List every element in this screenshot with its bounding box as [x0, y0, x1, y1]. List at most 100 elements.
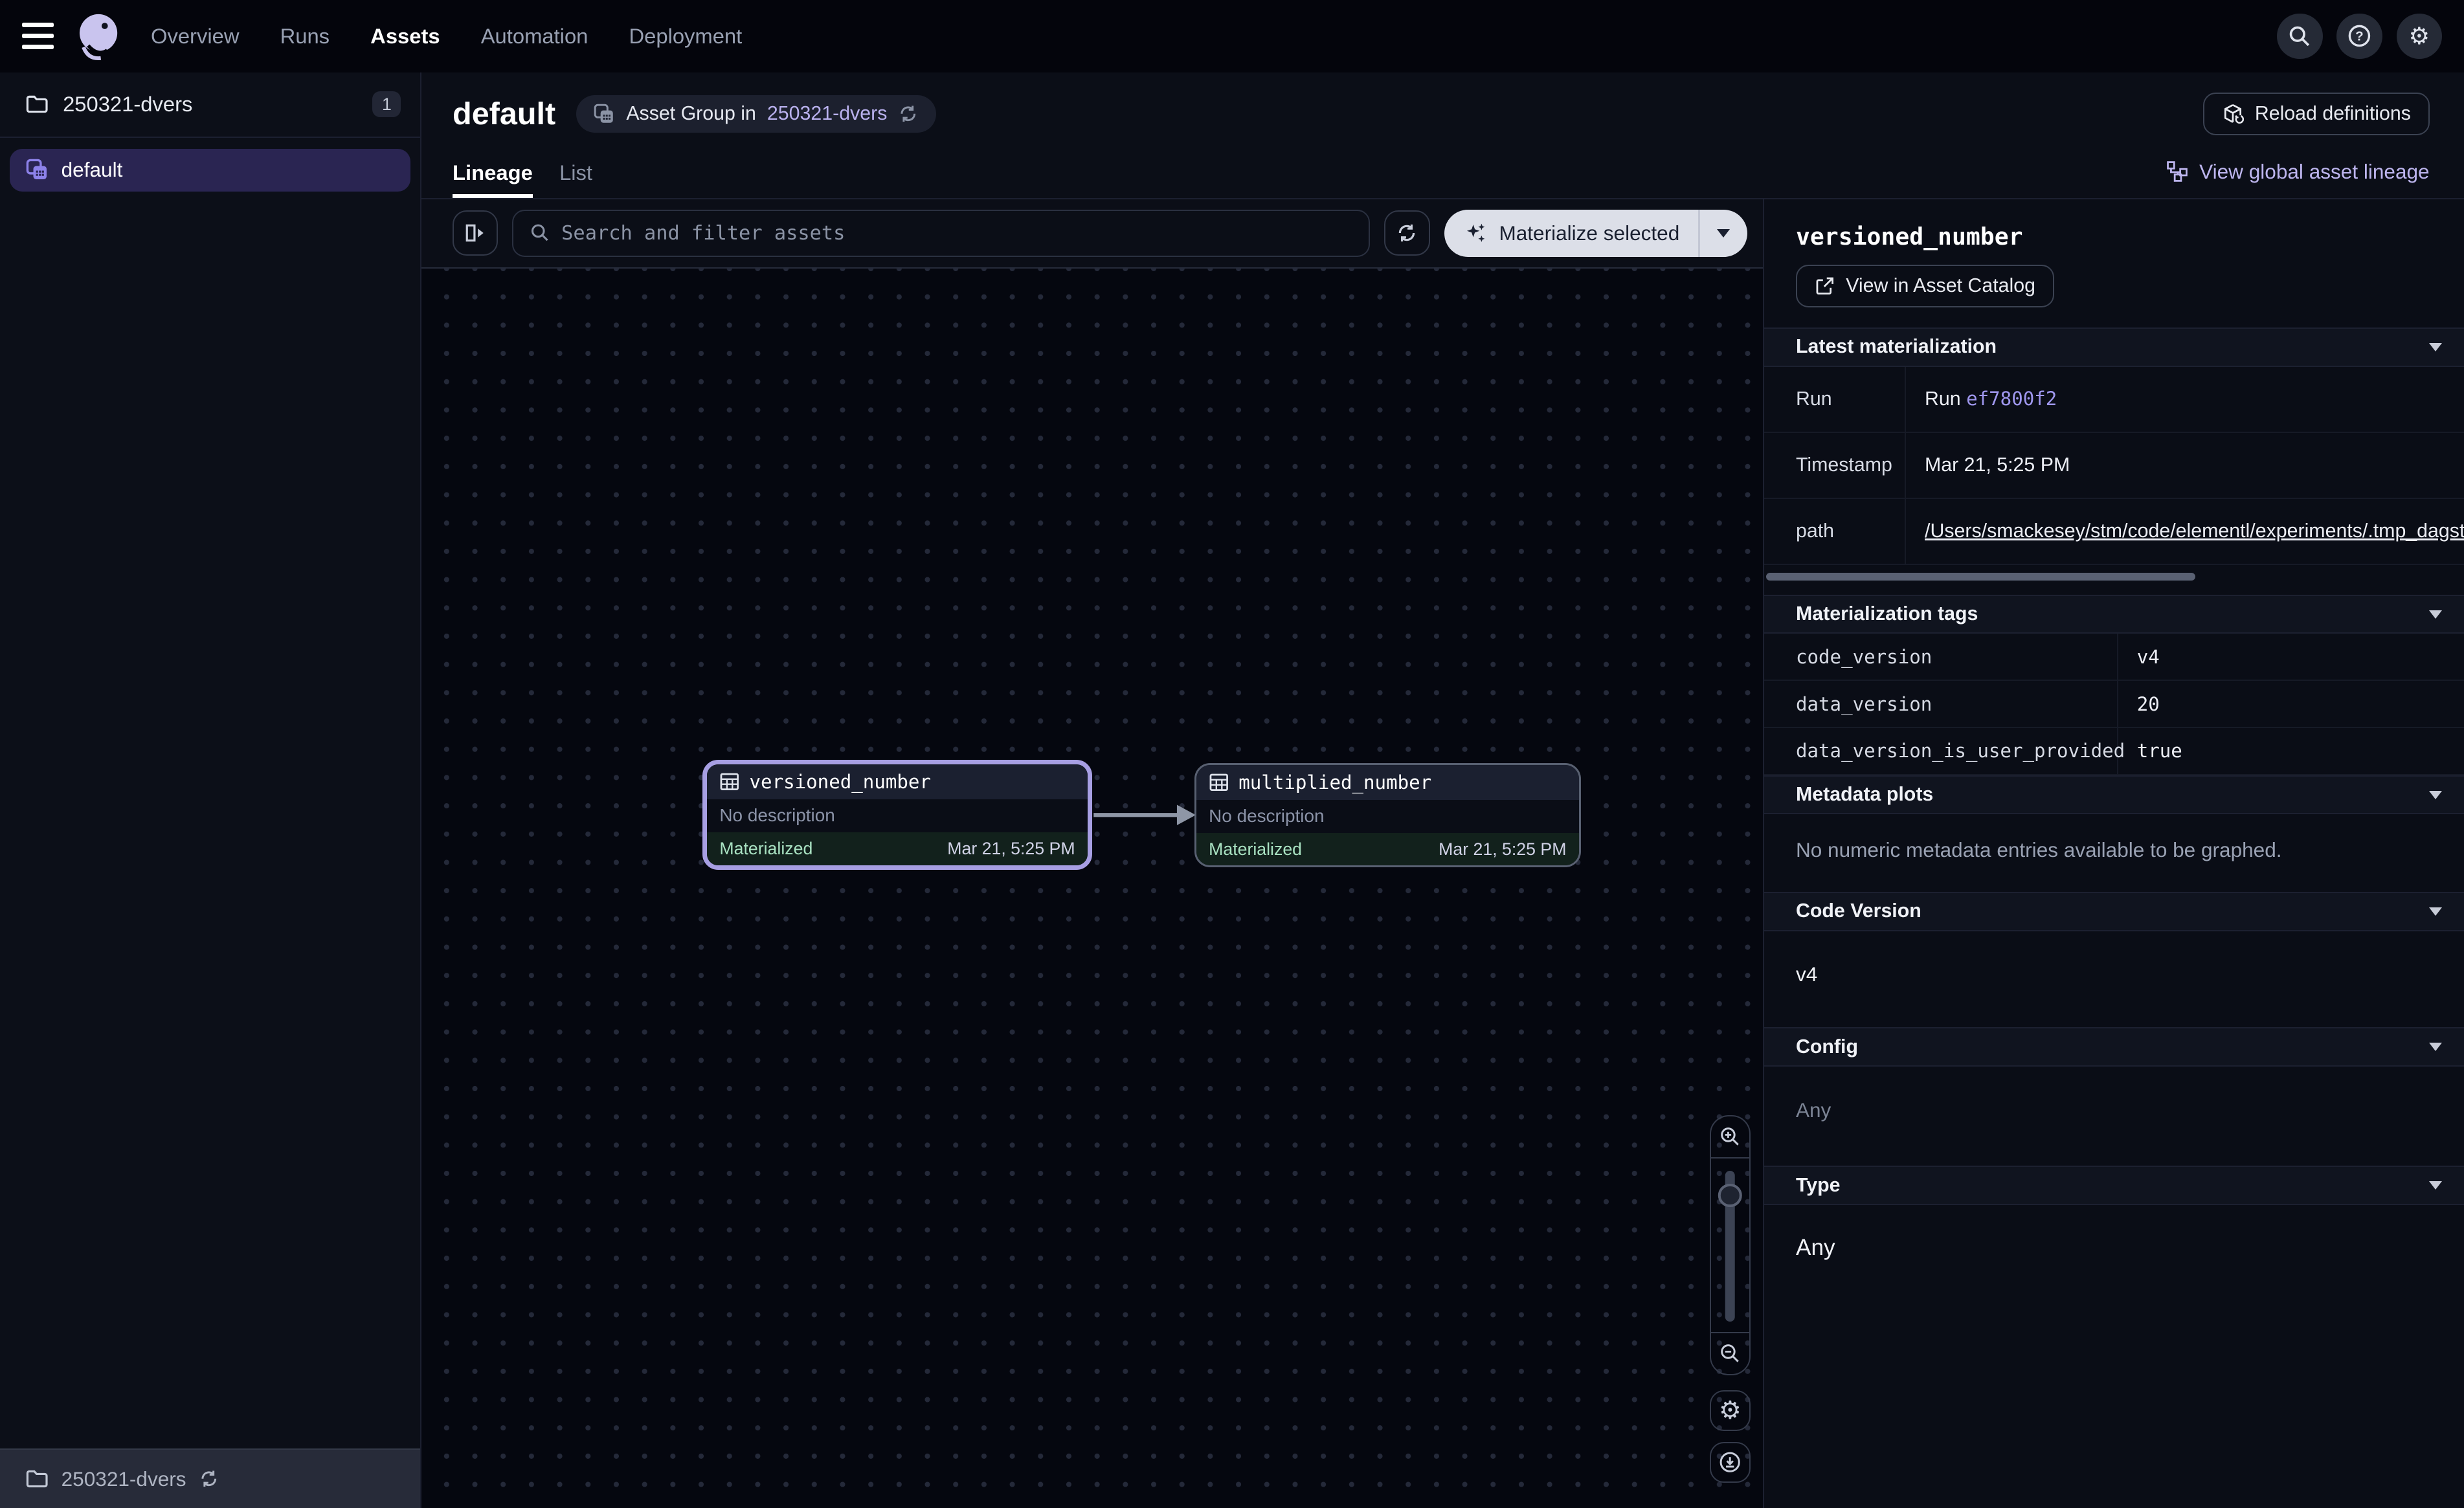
help-icon[interactable]: ? [2336, 14, 2382, 59]
table-row: Run Run ef7800f2 [1764, 367, 2464, 433]
section-config[interactable]: Config [1764, 1027, 2464, 1067]
run-label: Run [1925, 388, 1961, 410]
nav-runs[interactable]: Runs [280, 24, 330, 49]
svg-text:?: ? [2355, 29, 2364, 44]
top-nav-bar: Overview Runs Assets Automation Deployme… [0, 0, 2464, 72]
view-in-asset-catalog-button[interactable]: View in Asset Catalog [1796, 265, 2054, 307]
search-input[interactable] [561, 222, 1353, 245]
expand-panel-icon [464, 222, 486, 244]
zoom-control [1710, 1115, 1751, 1375]
asset-groups-sidebar: 250321-dvers 1 default 250321-dvers [0, 72, 421, 1508]
code-version-value: v4 [1764, 931, 2464, 1028]
zoom-out-button[interactable] [1711, 1333, 1749, 1374]
search-icon [530, 222, 551, 244]
asset-node-status: Materialized [719, 839, 812, 859]
nav-deployment[interactable]: Deployment [629, 24, 742, 49]
lineage-edge-arrow [1089, 799, 1199, 831]
materialize-selected-button[interactable]: Materialize selected [1444, 210, 1699, 257]
asset-node-description: No description [707, 799, 1088, 832]
reload-definitions-button[interactable]: Reload definitions [2203, 93, 2429, 135]
search-icon[interactable] [2277, 14, 2322, 59]
section-title: Code Version [1796, 900, 1921, 922]
graph-settings-button[interactable]: ⚙ [1710, 1390, 1751, 1431]
row-key: Run [1764, 367, 1905, 432]
code-location-name: 250321-dvers [63, 92, 192, 116]
sidebar-code-location[interactable]: 250321-dvers 1 [0, 72, 420, 138]
sidebar-item-default[interactable]: default [10, 149, 410, 192]
graph-toolbar: Materialize selected [421, 199, 1764, 269]
section-type[interactable]: Type [1764, 1166, 2464, 1205]
nav-overview[interactable]: Overview [151, 24, 240, 49]
folder-icon [25, 1467, 49, 1491]
sidebar-footer-code-location[interactable]: 250321-dvers [0, 1448, 420, 1508]
chevron-down-icon [2429, 1181, 2442, 1190]
horizontal-scrollbar[interactable] [1766, 573, 2195, 581]
asset-detail-panel: versioned_number View in Asset Catalog L… [1763, 199, 2464, 1508]
download-graph-button[interactable] [1710, 1442, 1751, 1483]
section-metadata-plots[interactable]: Metadata plots [1764, 775, 2464, 815]
tabs-row: Lineage List View global asset lineage [421, 151, 2464, 198]
table-icon [719, 771, 740, 792]
metadata-plots-empty-message: No numeric metadata entries available to… [1764, 814, 2464, 892]
materialize-dropdown-caret[interactable] [1700, 210, 1747, 257]
run-id-link[interactable]: ef7800f2 [1966, 388, 2057, 410]
asset-node-status: Materialized [1209, 839, 1302, 859]
sparkles-icon [1464, 221, 1488, 245]
view-global-asset-lineage-link[interactable]: View global asset lineage [2166, 160, 2429, 198]
settings-gear-icon[interactable]: ⚙ [2397, 14, 2442, 59]
group-count-badge: 1 [372, 91, 401, 118]
path-link[interactable]: /Users/smackesey/stm/code/elementl/exper… [1906, 520, 2464, 542]
section-materialization-tags[interactable]: Materialization tags [1764, 595, 2464, 634]
table-row: code_version v4 [1764, 634, 2464, 681]
footer-code-location-name: 250321-dvers [62, 1467, 186, 1491]
chevron-down-icon [2429, 791, 2442, 799]
table-row: data_version 20 [1764, 681, 2464, 728]
refresh-graph-button[interactable] [1384, 210, 1429, 256]
asset-search-box [512, 210, 1370, 257]
section-latest-materialization[interactable]: Latest materialization [1764, 327, 2464, 367]
nav-automation[interactable]: Automation [481, 24, 588, 49]
section-code-version[interactable]: Code Version [1764, 892, 2464, 931]
download-icon [1718, 1450, 1742, 1474]
lineage-graph-icon [2166, 161, 2188, 183]
asset-node-multiplied-number[interactable]: multiplied_number No description Materia… [1194, 763, 1581, 867]
page-title: default [453, 96, 555, 132]
main-area: default Asset Group in 250321-dvers [421, 72, 2464, 1508]
materialize-selected-label: Materialize selected [1499, 221, 1679, 245]
zoom-in-button[interactable] [1711, 1116, 1749, 1157]
config-value: Any [1764, 1067, 2464, 1166]
tab-lineage[interactable]: Lineage [453, 161, 533, 197]
row-value: Run ef7800f2 [1906, 388, 2464, 410]
asset-group-icon [25, 158, 49, 181]
tab-list[interactable]: List [559, 161, 592, 197]
tag-value: v4 [2118, 646, 2464, 668]
zoom-in-icon [1719, 1125, 1741, 1148]
sidebar-spacer [0, 192, 420, 1448]
table-row: Timestamp Mar 21, 5:25 PM [1764, 433, 2464, 499]
lineage-graph-canvas[interactable]: versioned_number No description Material… [421, 269, 1764, 1508]
topbar-actions: ? ⚙ [2277, 14, 2442, 59]
toggle-sidebar-panel-button[interactable] [453, 210, 498, 256]
section-title: Config [1796, 1036, 1858, 1058]
asset-node-description: No description [1196, 800, 1579, 833]
badge-code-location-link[interactable]: 250321-dvers [767, 103, 887, 125]
nav-assets[interactable]: Assets [370, 24, 440, 49]
hamburger-menu-icon[interactable] [22, 23, 54, 49]
tag-key: code_version [1764, 634, 2118, 680]
zoom-slider-thumb[interactable] [1718, 1184, 1742, 1207]
zoom-slider[interactable] [1711, 1157, 1749, 1333]
section-title: Materialization tags [1796, 603, 1978, 625]
asset-group-badge: Asset Group in 250321-dvers [576, 95, 936, 133]
asset-node-name: multiplied_number [1238, 771, 1431, 793]
reload-sync-icon[interactable] [898, 104, 919, 124]
dagster-logo[interactable] [73, 11, 123, 61]
asset-node-versioned-number[interactable]: versioned_number No description Material… [702, 760, 1092, 869]
table-icon [1209, 772, 1229, 793]
app-window: Overview Runs Assets Automation Deployme… [0, 0, 2464, 1508]
reload-sync-icon[interactable] [199, 1469, 219, 1489]
section-title: Metadata plots [1796, 784, 1933, 806]
sync-icon [1396, 222, 1418, 244]
view-in-asset-catalog-label: View in Asset Catalog [1846, 275, 2035, 297]
section-title: Type [1796, 1175, 1841, 1197]
table-row: data_version_is_user_provided true [1764, 728, 2464, 775]
